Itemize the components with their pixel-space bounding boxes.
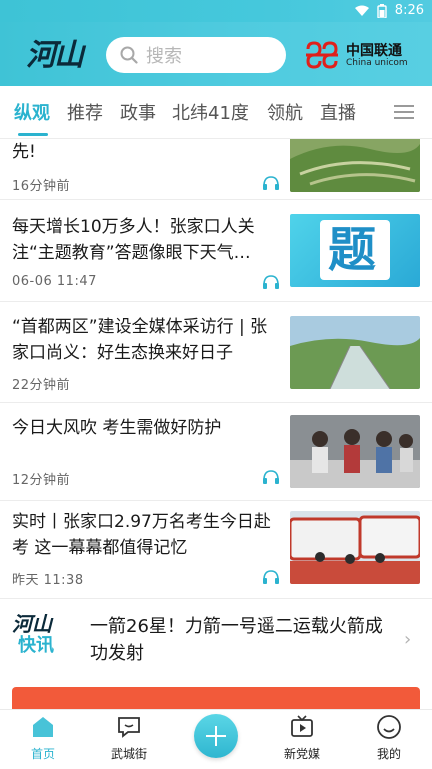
news-time: 12分钟前 bbox=[12, 473, 71, 488]
tab-zhibo[interactable]: 直播 bbox=[320, 99, 356, 125]
news-item[interactable]: 实时丨张家口2.97万名考生今日赴考 这一幕幕都值得记忆 昨天 11:38 bbox=[0, 501, 432, 599]
promo-banner[interactable] bbox=[12, 687, 420, 711]
search-placeholder: 搜索 bbox=[146, 46, 182, 67]
status-icons: 8:26 bbox=[354, 3, 424, 18]
home-icon bbox=[33, 717, 53, 737]
nav-profile[interactable]: 我的 bbox=[346, 710, 432, 769]
chat-bubble-icon bbox=[118, 717, 140, 738]
news-thumbnail bbox=[290, 415, 420, 488]
audio-icon[interactable] bbox=[262, 469, 280, 485]
tab-linghang[interactable]: 领航 bbox=[267, 99, 303, 125]
battery-icon bbox=[377, 3, 387, 18]
audio-icon[interactable] bbox=[262, 569, 280, 585]
flash-logo: 河山 快讯 bbox=[12, 613, 68, 661]
nav-wuchengjie[interactable]: 武城街 bbox=[86, 710, 172, 769]
unicom-knot-icon bbox=[306, 41, 338, 69]
nav-xindangmei[interactable]: 新党媒 bbox=[259, 710, 345, 769]
news-title: 每天增长10万多人！张家口人关注“主题教育”答题像眼下天气… bbox=[12, 217, 255, 263]
news-thumbnail: 题 bbox=[290, 214, 420, 287]
publish-plus-button[interactable] bbox=[194, 714, 238, 758]
news-feed[interactable]: 先! 16分钟前 每天增长10万多人！张家口人关注“主题教育”答题像眼下天气… … bbox=[0, 139, 432, 709]
news-item[interactable]: 每天增长10万多人！张家口人关注“主题教育”答题像眼下天气… 06-06 11:… bbox=[0, 200, 432, 302]
news-thumbnail bbox=[290, 139, 420, 192]
app-logo[interactable]: 河山 bbox=[26, 36, 88, 76]
tab-tuijian[interactable]: 推荐 bbox=[67, 99, 103, 125]
nav-wuchengjie-label: 武城街 bbox=[110, 747, 147, 761]
news-thumbnail bbox=[290, 511, 420, 584]
sponsor-name-en: China unicom bbox=[346, 58, 408, 68]
news-time: 16分钟前 bbox=[12, 179, 71, 194]
flash-logo-bottom: 快讯 bbox=[18, 635, 54, 656]
app-header: 河山 搜索 中国联通 China unicom bbox=[0, 22, 432, 86]
news-time: 22分钟前 bbox=[12, 378, 71, 393]
smiley-profile-icon bbox=[377, 715, 401, 739]
tv-play-icon bbox=[291, 715, 313, 737]
audio-icon[interactable] bbox=[262, 175, 280, 191]
nav-xindangmei-label: 新党媒 bbox=[283, 747, 320, 761]
menu-icon[interactable] bbox=[394, 105, 414, 119]
flash-title: 一箭26星！力箭一号遥二运载火箭成功发射 bbox=[90, 616, 383, 664]
search-icon bbox=[120, 46, 138, 64]
news-time: 昨天 11:38 bbox=[12, 573, 84, 588]
status-bar: 8:26 bbox=[0, 0, 432, 22]
nav-home-label: 首页 bbox=[30, 747, 55, 761]
news-title: 今日大风吹 考生需做好防护 bbox=[12, 418, 222, 438]
sponsor-logo[interactable]: 中国联通 China unicom bbox=[302, 39, 414, 73]
news-item[interactable]: “首都两区”建设全媒体采访行 | 张家口尚义：好生态换来好日子 22分钟前 bbox=[0, 302, 432, 403]
news-thumbnail bbox=[290, 316, 420, 389]
flash-news[interactable]: 河山 快讯 一箭26星！力箭一号遥二运载火箭成功发射 › bbox=[0, 599, 432, 687]
news-item[interactable]: 今日大风吹 考生需做好防护 12分钟前 bbox=[0, 403, 432, 501]
nav-home[interactable]: 首页 bbox=[0, 710, 86, 769]
channel-tabs: 纵观 推荐 政事 北纬41度 领航 直播 bbox=[0, 86, 432, 139]
news-item[interactable]: 先! 16分钟前 bbox=[0, 139, 432, 200]
audio-icon[interactable] bbox=[262, 274, 280, 290]
flash-logo-top: 河山 bbox=[12, 612, 52, 636]
search-bar[interactable]: 搜索 bbox=[106, 37, 286, 73]
news-title: 实时丨张家口2.97万名考生今日赴考 这一幕幕都值得记忆 bbox=[12, 512, 271, 558]
tab-zhengshi[interactable]: 政事 bbox=[120, 99, 156, 125]
nav-profile-label: 我的 bbox=[376, 747, 401, 761]
sponsor-name-cn: 中国联通 bbox=[346, 43, 402, 59]
active-tab-indicator bbox=[18, 133, 48, 136]
tab-beiwei41du[interactable]: 北纬41度 bbox=[172, 99, 249, 125]
news-title: “首都两区”建设全媒体采访行 | 张家口尚义：好生态换来好日子 bbox=[12, 317, 268, 363]
news-time: 06-06 11:47 bbox=[12, 274, 97, 289]
news-title: 先! bbox=[12, 142, 36, 162]
status-time: 8:26 bbox=[394, 3, 424, 18]
wifi-icon bbox=[354, 5, 369, 16]
thumbnail-text: 题 bbox=[328, 222, 377, 278]
tab-zongguan[interactable]: 纵观 bbox=[14, 99, 50, 125]
chevron-right-icon[interactable]: › bbox=[404, 629, 411, 650]
